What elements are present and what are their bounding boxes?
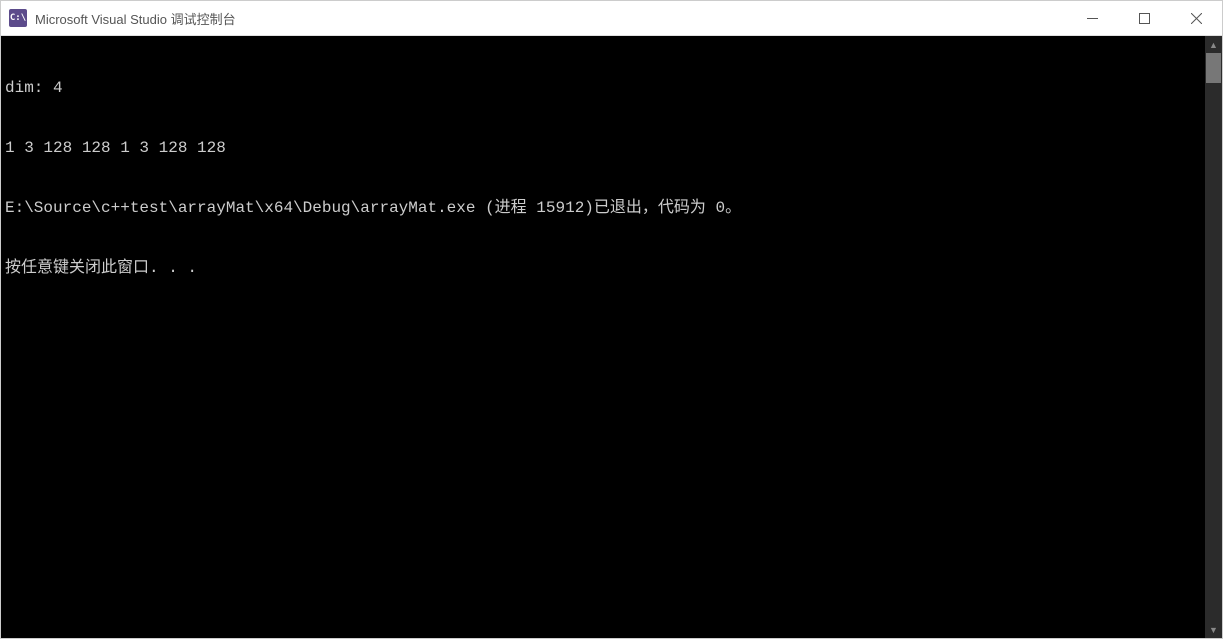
console-area: dim: 4 1 3 128 128 1 3 128 128 E:\Source… <box>1 36 1222 638</box>
console-line: 1 3 128 128 1 3 128 128 <box>5 138 1201 158</box>
titlebar[interactable]: C:\ Microsoft Visual Studio 调试控制台 <box>1 1 1222 36</box>
console-content[interactable]: dim: 4 1 3 128 128 1 3 128 128 E:\Source… <box>1 36 1205 638</box>
scroll-up-arrow-icon[interactable]: ▲ <box>1205 36 1222 53</box>
window-controls <box>1066 1 1222 35</box>
app-icon: C:\ <box>9 9 27 27</box>
minimize-button[interactable] <box>1066 1 1118 35</box>
vertical-scrollbar[interactable]: ▲ ▼ <box>1205 36 1222 638</box>
scroll-down-arrow-icon[interactable]: ▼ <box>1205 621 1222 638</box>
maximize-icon <box>1139 13 1150 24</box>
close-button[interactable] <box>1170 1 1222 35</box>
console-line: 按任意键关闭此窗口. . . <box>5 258 1201 278</box>
scroll-thumb[interactable] <box>1206 53 1221 83</box>
console-line: E:\Source\c++test\arrayMat\x64\Debug\arr… <box>5 198 1201 218</box>
close-icon <box>1191 13 1202 24</box>
console-line: dim: 4 <box>5 78 1201 98</box>
minimize-icon <box>1087 13 1098 24</box>
app-window: C:\ Microsoft Visual Studio 调试控制台 dim: 4… <box>0 0 1223 639</box>
window-title: Microsoft Visual Studio 调试控制台 <box>35 9 236 28</box>
maximize-button[interactable] <box>1118 1 1170 35</box>
